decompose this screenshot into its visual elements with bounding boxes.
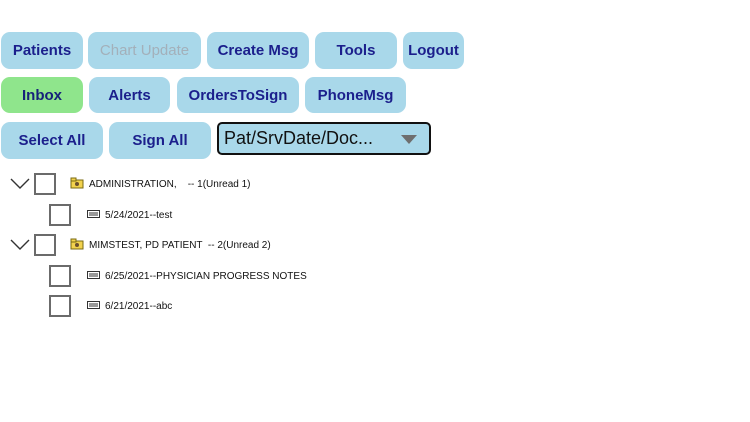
item-label: 6/25/2021--PHYSICIAN PROGRESS NOTES [105, 271, 307, 282]
logout-button[interactable]: Logout [403, 32, 464, 69]
item-checkbox[interactable] [49, 295, 71, 317]
document-icon [87, 301, 100, 309]
group-label-administration: ADMINISTRATION, -- 1(Unread 1) [89, 179, 251, 190]
folder-patient-icon [70, 238, 84, 250]
chart-update-button: Chart Update [88, 32, 201, 69]
create-msg-button[interactable]: Create Msg [207, 32, 309, 69]
item-label: 5/24/2021--test [105, 210, 173, 221]
document-icon [87, 271, 100, 279]
tab-alerts[interactable]: Alerts [89, 77, 170, 113]
select-all-button[interactable]: Select All [1, 122, 103, 159]
group-label-mimstest: MIMSTEST, PD PATIENT -- 2(Unread 2) [89, 240, 271, 251]
group-checkbox-mimstest[interactable] [34, 234, 56, 256]
sort-dropdown[interactable]: Pat/SrvDate/Doc... [217, 122, 431, 155]
tools-button[interactable]: Tools [315, 32, 397, 69]
tab-phone-msg[interactable]: PhoneMsg [305, 77, 406, 113]
folder-patient-icon [70, 177, 84, 189]
tab-orders-to-sign[interactable]: OrdersToSign [177, 77, 299, 113]
caret-down-icon[interactable] [401, 135, 417, 144]
sign-all-button[interactable]: Sign All [109, 122, 211, 159]
sort-dropdown-value: Pat/SrvDate/Doc... [224, 128, 374, 148]
tab-inbox[interactable]: Inbox [1, 77, 83, 113]
document-icon [87, 210, 100, 218]
item-label: 6/21/2021--abc [105, 301, 173, 312]
patients-button[interactable]: Patients [1, 32, 83, 69]
chevron-down-icon[interactable] [10, 239, 30, 251]
item-checkbox[interactable] [49, 265, 71, 287]
group-checkbox-administration[interactable] [34, 173, 56, 195]
item-checkbox[interactable] [49, 204, 71, 226]
chevron-down-icon[interactable] [10, 178, 30, 190]
